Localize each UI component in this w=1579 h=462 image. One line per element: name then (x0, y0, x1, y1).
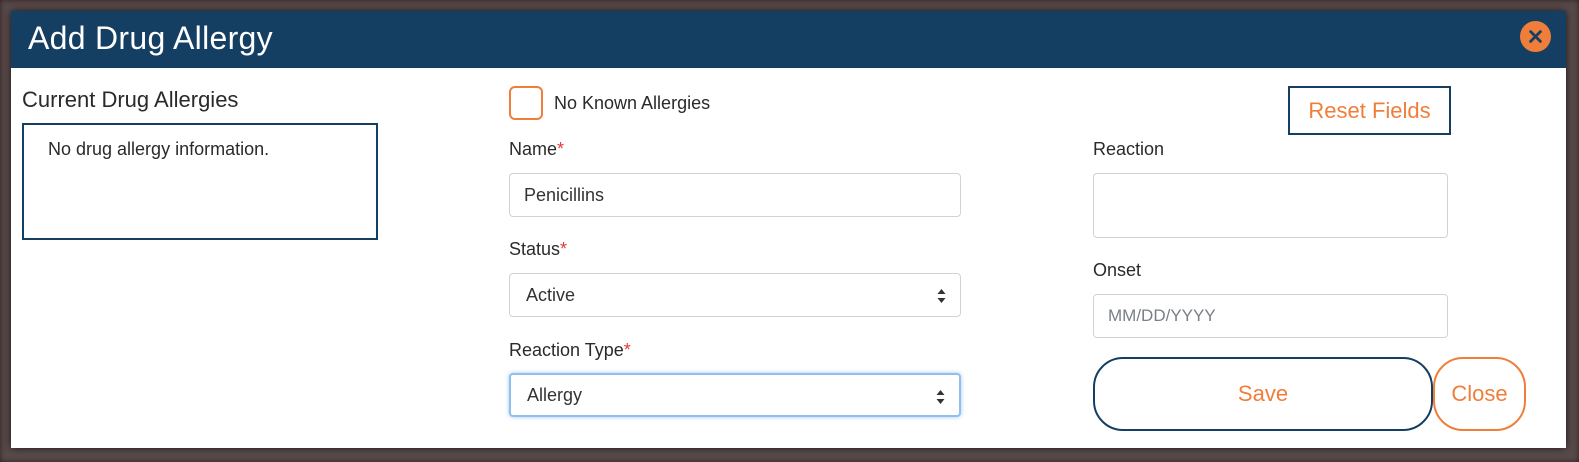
name-label-text: Name (509, 139, 558, 159)
select-arrows-icon (936, 390, 945, 404)
name-required-mark: * (557, 139, 565, 159)
no-known-allergies-label: No Known Allergies (554, 93, 711, 113)
status-required-mark: * (560, 239, 568, 259)
reaction-type-label-text: Reaction Type (509, 340, 624, 360)
current-allergies-list: No drug allergy information. (22, 123, 378, 240)
status-label: Status* (509, 239, 567, 260)
status-select-value: Active (526, 284, 576, 305)
name-input[interactable]: Penicillins (509, 173, 961, 217)
dialog-title: Add Drug Allergy (28, 20, 273, 56)
onset-label: Onset (1093, 260, 1142, 280)
reset-fields-button[interactable]: Reset Fields (1288, 86, 1451, 135)
no-known-allergies-checkbox[interactable] (509, 86, 543, 120)
status-label-text: Status (509, 239, 561, 259)
onset-placeholder: MM/DD/YYYY (1108, 306, 1216, 325)
reaction-type-select[interactable]: Allergy (509, 373, 961, 417)
reaction-input[interactable] (1093, 173, 1448, 238)
reaction-label: Reaction (1093, 139, 1165, 159)
current-allergies-heading: Current Drug Allergies (22, 87, 239, 112)
status-select[interactable]: Active (509, 273, 961, 317)
reaction-type-required-mark: * (623, 340, 631, 360)
close-button[interactable]: Close (1433, 357, 1526, 431)
no-allergy-info-text: No drug allergy information. (48, 139, 270, 159)
select-arrows-icon (937, 289, 946, 303)
dialog-header: Add Drug Allergy (11, 11, 1566, 68)
onset-date-input[interactable]: MM/DD/YYYY (1093, 294, 1448, 338)
close-icon (1529, 30, 1542, 43)
name-input-value: Penicillins (524, 184, 605, 205)
name-label: Name* (509, 139, 564, 160)
add-drug-allergy-dialog: Add Drug Allergy Current Drug Allergies … (11, 11, 1566, 448)
reaction-type-label: Reaction Type* (509, 340, 631, 361)
reaction-type-select-value: Allergy (527, 384, 583, 405)
save-button[interactable]: Save (1093, 357, 1433, 431)
dialog-close-button[interactable] (1520, 21, 1551, 52)
